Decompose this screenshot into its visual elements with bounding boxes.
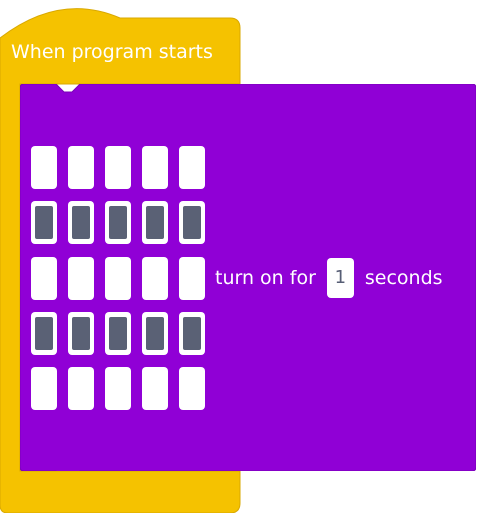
duration-clause: turn on for 1 seconds bbox=[215, 257, 443, 299]
led-pixel-r3-c1[interactable] bbox=[31, 256, 57, 300]
led-pixel-r1-c2[interactable] bbox=[68, 146, 94, 189]
led-pixel-r5-c4[interactable] bbox=[142, 367, 168, 410]
led-pixel-r1-c5[interactable] bbox=[179, 146, 205, 189]
led-pixel-r2-c4[interactable] bbox=[142, 201, 168, 245]
led-matrix-editor[interactable] bbox=[31, 146, 205, 410]
led-pixel-r3-c3[interactable] bbox=[105, 256, 131, 300]
duration-input[interactable]: 1 bbox=[326, 258, 354, 298]
led-pixel-r1-c4[interactable] bbox=[142, 146, 168, 189]
led-pixel-r1-c3[interactable] bbox=[105, 146, 131, 189]
led-pixel-r5-c3[interactable] bbox=[105, 367, 131, 410]
led-pixel-r4-c2[interactable] bbox=[68, 311, 94, 355]
display-image-block[interactable]: turn on for 1 seconds bbox=[20, 84, 476, 471]
led-pixel-r4-c1[interactable] bbox=[31, 311, 57, 355]
led-pixel-r5-c2[interactable] bbox=[68, 367, 94, 410]
led-pixel-r4-c5[interactable] bbox=[179, 311, 205, 355]
led-pixel-r2-c3[interactable] bbox=[105, 201, 131, 245]
led-pixel-r3-c5[interactable] bbox=[179, 256, 205, 300]
led-pixel-r2-c2[interactable] bbox=[68, 201, 94, 245]
led-pixel-r5-c1[interactable] bbox=[31, 367, 57, 410]
led-pixel-r3-c4[interactable] bbox=[142, 256, 168, 300]
led-pixel-r1-c1[interactable] bbox=[31, 146, 57, 189]
led-pixel-r2-c5[interactable] bbox=[179, 201, 205, 245]
led-pixel-r4-c4[interactable] bbox=[142, 311, 168, 355]
led-pixel-r4-c3[interactable] bbox=[105, 311, 131, 355]
seconds-label: seconds bbox=[364, 267, 443, 289]
code-canvas: When program starts turn on for 1 second… bbox=[0, 0, 477, 513]
led-pixel-r2-c1[interactable] bbox=[31, 201, 57, 245]
turn-on-label: turn on for bbox=[215, 267, 316, 289]
hat-block-label: When program starts bbox=[11, 41, 213, 63]
led-pixel-r3-c2[interactable] bbox=[68, 256, 94, 300]
led-pixel-r5-c5[interactable] bbox=[179, 367, 205, 410]
